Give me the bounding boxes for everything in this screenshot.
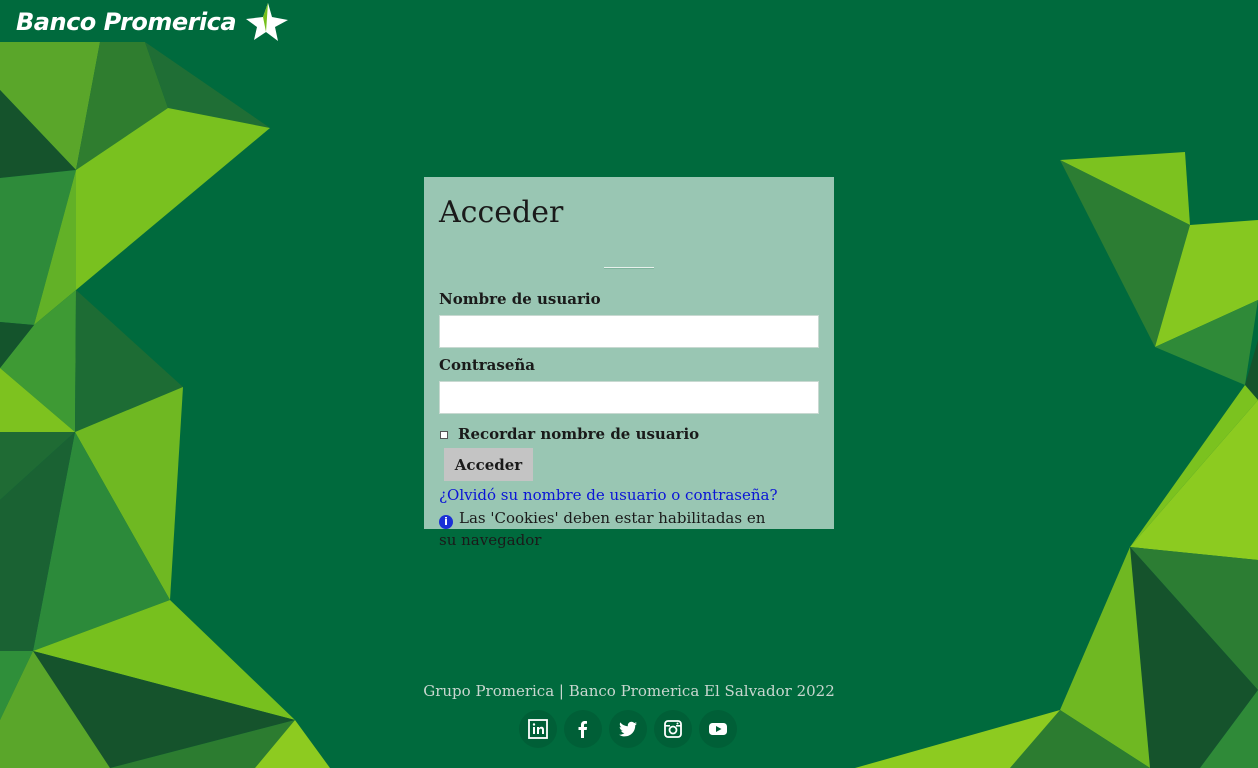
cookies-note-text: Las 'Cookies' deben estar habilitadas en… xyxy=(439,509,766,549)
star-logo-icon xyxy=(246,3,289,41)
instagram-link[interactable] xyxy=(654,710,692,748)
brand-logo[interactable]: Banco Promerica xyxy=(16,3,289,41)
instagram-icon xyxy=(664,720,682,738)
facebook-icon xyxy=(578,721,588,738)
password-label: Contraseña xyxy=(439,356,536,374)
brand-name: Banco Promerica xyxy=(16,8,237,36)
top-bar: Banco Promerica xyxy=(0,0,1258,42)
remember-label[interactable]: Recordar nombre de usuario xyxy=(458,425,699,443)
youtube-link[interactable] xyxy=(699,710,737,748)
linkedin-icon xyxy=(528,719,548,739)
youtube-icon xyxy=(709,723,727,735)
cookies-note: i Las 'Cookies' deben estar habilitadas e… xyxy=(439,507,779,551)
forgot-credentials-link[interactable]: ¿Olvidó su nombre de usuario o contraseñ… xyxy=(439,485,819,505)
info-icon: i xyxy=(439,515,453,529)
remember-checkbox[interactable] xyxy=(440,431,448,439)
twitter-icon xyxy=(619,721,637,737)
login-button[interactable]: Acceder xyxy=(444,448,533,481)
username-input[interactable] xyxy=(439,315,819,348)
login-title: Acceder xyxy=(439,195,564,230)
linkedin-link[interactable] xyxy=(519,710,557,748)
social-links xyxy=(519,710,737,748)
twitter-link[interactable] xyxy=(609,710,647,748)
password-input[interactable] xyxy=(439,381,819,414)
login-card: Acceder Nombre de usuario Contraseña Rec… xyxy=(424,177,834,549)
facebook-link[interactable] xyxy=(564,710,602,748)
username-label: Nombre de usuario xyxy=(439,290,601,308)
remember-row: Recordar nombre de usuario xyxy=(439,425,819,443)
footer-copyright: Grupo Promerica | Banco Promerica El Sal… xyxy=(423,682,835,700)
title-divider xyxy=(604,267,654,268)
